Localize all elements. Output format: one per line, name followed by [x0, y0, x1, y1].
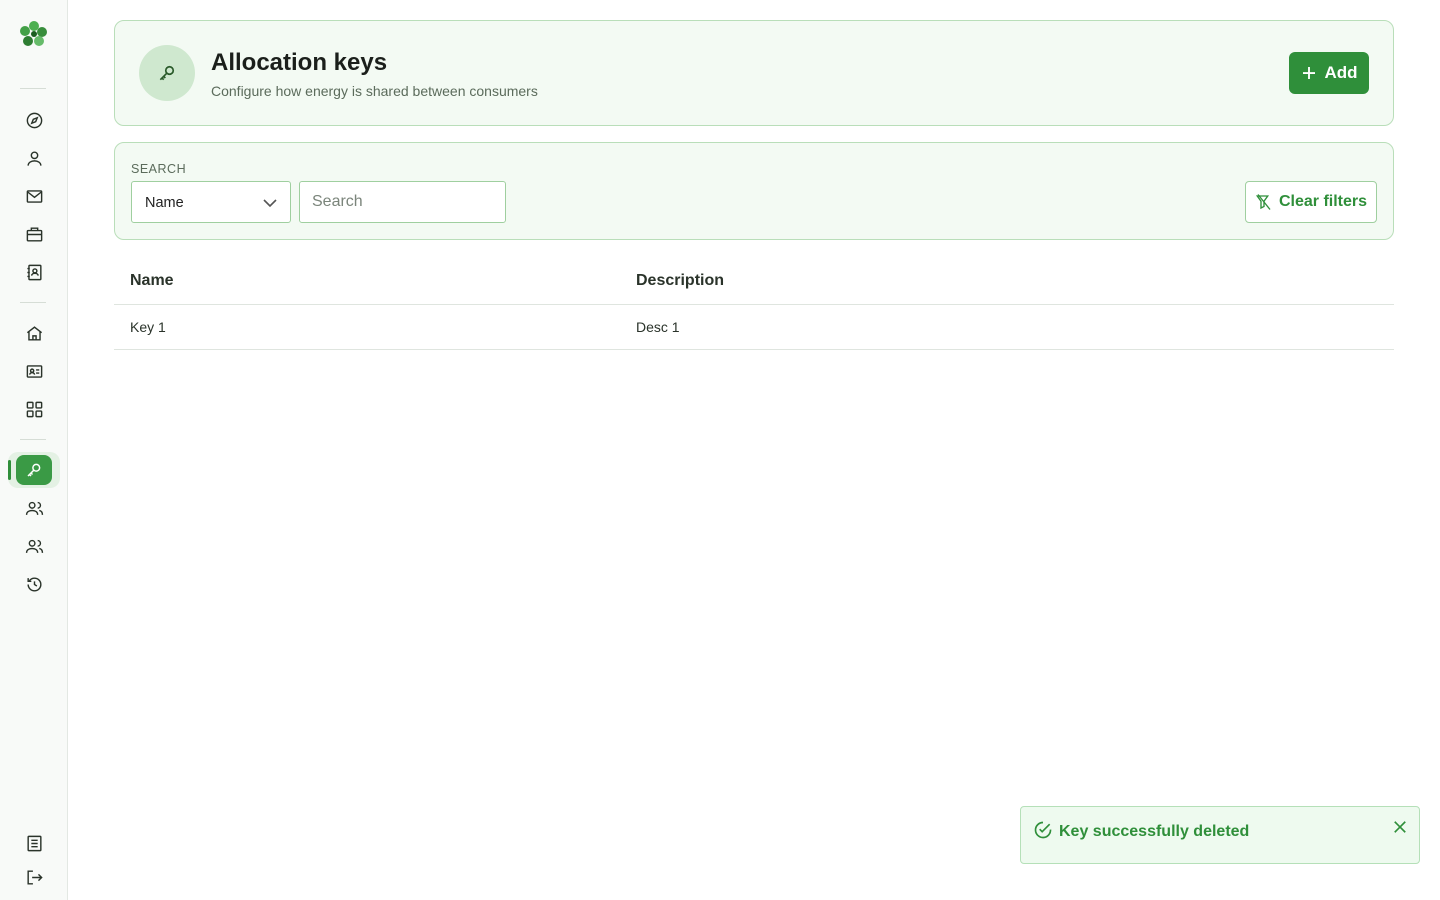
search-panel: SEARCH Name Clear filters — [114, 142, 1394, 240]
sidebar-item-briefcase[interactable] — [14, 218, 54, 250]
sidebar-divider — [20, 439, 46, 440]
sidebar-item-documents[interactable] — [14, 827, 54, 859]
page-subtitle: Configure how energy is shared between c… — [211, 83, 538, 99]
contact-book-icon — [26, 264, 42, 280]
cell-name: Key 1 — [130, 319, 166, 335]
users-icon — [25, 501, 43, 515]
table-row[interactable]: Key 1 Desc 1 — [114, 305, 1394, 350]
close-icon[interactable] — [1391, 818, 1409, 836]
search-input[interactable] — [299, 181, 506, 223]
briefcase-icon — [26, 226, 42, 242]
sidebar-item-contacts[interactable] — [14, 256, 54, 288]
sidebar — [0, 0, 68, 900]
search-label: SEARCH — [131, 162, 187, 176]
cell-description: Desc 1 — [636, 319, 680, 335]
sidebar-item-allocation-keys[interactable] — [16, 455, 52, 485]
check-circle-icon — [1034, 821, 1052, 839]
key-icon — [159, 65, 175, 81]
sidebar-item-groups[interactable] — [14, 530, 54, 562]
table-header: Name Description — [114, 258, 1394, 305]
page-header: Allocation keys Configure how energy is … — [114, 20, 1394, 126]
clover-logo-icon[interactable] — [18, 18, 50, 50]
user-icon — [26, 150, 42, 166]
logout-icon — [26, 869, 43, 885]
sidebar-item-explore[interactable] — [14, 104, 54, 136]
document-icon — [26, 835, 42, 851]
allocation-keys-table: Name Description Key 1 Desc 1 — [114, 258, 1394, 350]
sidebar-item-home[interactable] — [14, 317, 54, 349]
page-title: Allocation keys — [211, 49, 388, 76]
clear-filters-button[interactable]: Clear filters — [1245, 181, 1377, 223]
column-header-description[interactable]: Description — [636, 272, 724, 290]
sidebar-active-indicator — [8, 460, 11, 480]
search-field-selected: Name — [145, 195, 184, 211]
filter-clear-icon — [1255, 194, 1271, 210]
sidebar-item-id-card[interactable] — [14, 355, 54, 387]
sidebar-item-user[interactable] — [14, 142, 54, 174]
column-header-name[interactable]: Name — [130, 272, 174, 290]
chevron-down-icon — [263, 199, 277, 208]
mail-icon — [26, 189, 42, 203]
plus-icon — [1303, 67, 1316, 79]
add-button-label: Add — [1324, 63, 1358, 82]
success-toast: Key successfully deleted — [1020, 806, 1420, 864]
add-button[interactable]: Add — [1289, 52, 1369, 94]
header-icon-circle — [139, 45, 195, 101]
home-icon — [26, 325, 42, 341]
clear-filters-label: Clear filters — [1278, 193, 1368, 210]
sidebar-divider — [20, 302, 46, 303]
sidebar-item-members[interactable] — [14, 492, 54, 524]
sidebar-item-history[interactable] — [14, 568, 54, 600]
toast-message: Key successfully deleted — [1059, 823, 1250, 840]
users-icon — [25, 539, 43, 553]
sidebar-item-mail[interactable] — [14, 180, 54, 212]
history-icon — [26, 576, 42, 592]
search-field-select[interactable]: Name — [131, 181, 291, 223]
sidebar-divider — [20, 88, 46, 89]
id-card-icon — [26, 364, 42, 378]
key-icon — [27, 463, 41, 477]
sidebar-item-grid[interactable] — [14, 393, 54, 425]
grid-icon — [26, 401, 42, 417]
sidebar-item-logout[interactable] — [14, 861, 54, 893]
compass-icon — [26, 112, 42, 128]
